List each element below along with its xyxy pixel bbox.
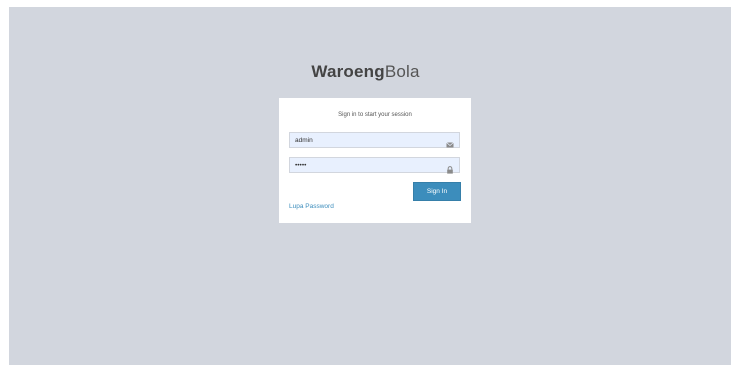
lock-icon [446, 161, 454, 174]
logo-bold-text: Waroeng [311, 62, 385, 81]
app-logo: WaroengBola [0, 62, 731, 82]
envelope-icon [446, 136, 454, 148]
password-field[interactable] [289, 157, 460, 174]
password-input[interactable] [290, 158, 445, 172]
email-input[interactable] [290, 133, 445, 147]
logo-light-text: Bola [384, 62, 420, 81]
forgot-password-link[interactable]: Lupa Password [289, 203, 334, 210]
sign-in-button[interactable]: Sign In [413, 182, 461, 201]
login-box: Sign in to start your session Sign In Lu… [279, 98, 471, 223]
email-field[interactable] [289, 132, 460, 148]
login-box-message: Sign in to start your session [338, 112, 412, 118]
